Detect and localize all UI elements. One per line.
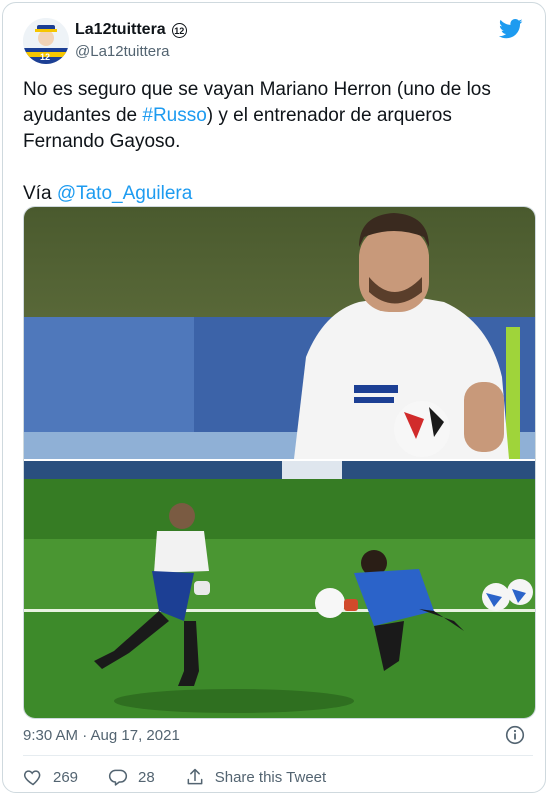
- like-button[interactable]: 269: [23, 767, 78, 787]
- twitter-bird-icon[interactable]: [499, 19, 523, 39]
- tweet-via-line: Vía @Tato_Aguilera: [23, 181, 523, 207]
- share-label: Share this Tweet: [214, 768, 327, 786]
- photo-coach-portrait[interactable]: [24, 207, 535, 459]
- tweet-text: No es seguro que se vayan Mariano Herron…: [23, 77, 523, 207]
- action-bar: 269 28 Share this Tweet: [23, 767, 356, 787]
- via-prefix: Vía: [23, 183, 57, 204]
- avatar[interactable]: 12: [23, 18, 69, 64]
- media-grid[interactable]: [23, 206, 536, 719]
- tweet-body: No es seguro que se vayan Mariano Herron…: [23, 77, 523, 155]
- badge-12-icon: 12: [171, 22, 187, 38]
- user-handle[interactable]: @La12tuittera: [75, 43, 169, 60]
- tweet-card: 12 La12tuittera 12 @La12tuittera No es s…: [2, 2, 546, 793]
- like-count: 269: [53, 768, 79, 786]
- reply-icon: [108, 769, 128, 786]
- reply-button[interactable]: 28: [108, 767, 155, 787]
- tweet-timestamp[interactable]: 9:30 AM · Aug 17, 2021: [23, 727, 180, 744]
- display-name[interactable]: La12tuittera: [75, 21, 166, 39]
- hashtag-link[interactable]: #Russo: [142, 105, 206, 126]
- info-icon[interactable]: [505, 725, 525, 745]
- share-icon: [187, 768, 203, 785]
- mention-link[interactable]: @Tato_Aguilera: [57, 183, 192, 204]
- share-button[interactable]: Share this Tweet: [185, 767, 326, 787]
- divider: [23, 755, 533, 756]
- svg-text:12: 12: [40, 52, 50, 62]
- photo-training-session[interactable]: [24, 461, 535, 718]
- heart-icon: [23, 770, 41, 786]
- avatar-image: 12: [23, 18, 69, 64]
- reply-count: 28: [138, 768, 155, 786]
- display-name-row[interactable]: La12tuittera 12: [75, 21, 187, 39]
